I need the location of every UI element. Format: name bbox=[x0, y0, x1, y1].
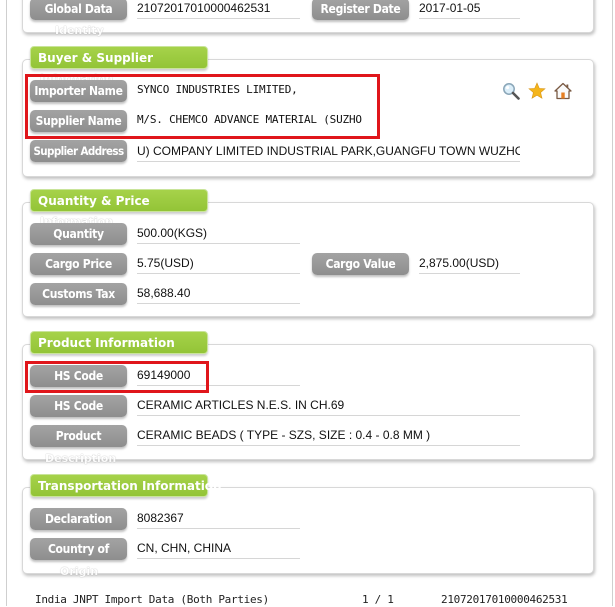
cargo-price-label: Cargo Price bbox=[30, 253, 127, 275]
cargo-value-value: 2,875.00(USD) bbox=[419, 253, 520, 274]
buyer-supplier-header: Buyer & Supplier bbox=[30, 46, 208, 69]
transportation-section bbox=[22, 487, 594, 574]
product-info-header: Product Information bbox=[30, 331, 208, 354]
product-label: Product bbox=[30, 425, 127, 447]
footer-bar: India JNPT Import Data (Both Parties) 1 … bbox=[0, 593, 615, 607]
global-data-value: 21072017010000462531 bbox=[137, 0, 300, 19]
footer-record-id: 21072017010000462531 bbox=[441, 593, 568, 606]
register-date-label: Register Date bbox=[312, 0, 409, 20]
frame-right-border bbox=[612, 0, 613, 606]
declaration-value: 8082367 bbox=[137, 508, 300, 529]
hs-description-label: HS Code bbox=[30, 395, 127, 417]
supplier-name-label: Supplier Name bbox=[30, 110, 127, 132]
global-data-label: Global Data bbox=[30, 0, 127, 20]
customs-tax-value: 58,688.40 bbox=[137, 283, 300, 304]
origin-ghost-text: Origin bbox=[60, 565, 99, 578]
importer-name-label: Importer Name bbox=[30, 80, 127, 102]
search-icon[interactable] bbox=[502, 82, 520, 100]
customs-tax-label: Customs Tax bbox=[30, 283, 127, 305]
cargo-price-value: 5.75(USD) bbox=[137, 253, 300, 274]
cargo-value-label: Cargo Value bbox=[312, 253, 409, 275]
importer-name-value[interactable]: SYNCO INDUSTRIES LIMITED, bbox=[137, 80, 367, 100]
hs-code-label: HS Code bbox=[30, 365, 127, 387]
declaration-label: Declaration bbox=[30, 508, 127, 530]
star-icon[interactable] bbox=[528, 82, 546, 100]
country-of-origin-label: Country of bbox=[30, 538, 127, 560]
hs-code-value[interactable]: 69149000 bbox=[137, 365, 300, 386]
footer-source: India JNPT Import Data (Both Parties) bbox=[35, 593, 269, 606]
frame-left-border bbox=[6, 0, 7, 606]
quantity-price-header: Quantity & Price bbox=[30, 189, 208, 212]
supplier-address-label: Supplier Address bbox=[30, 140, 127, 162]
product-value: CERAMIC BEADS ( TYPE - SZS, SIZE : 0.4 -… bbox=[137, 425, 520, 446]
product-description-ghost-text: Description bbox=[45, 452, 117, 465]
supplier-name-value[interactable]: M/S. CHEMCO ADVANCE MATERIAL (SUZHO bbox=[137, 110, 372, 130]
action-icons bbox=[502, 82, 572, 100]
hs-description-value: CERAMIC ARTICLES N.E.S. IN CH.69 bbox=[137, 395, 520, 416]
home-icon[interactable] bbox=[554, 82, 572, 100]
footer-page: 1 / 1 bbox=[362, 593, 394, 606]
quantity-value: 500.00(KGS) bbox=[137, 223, 300, 244]
supplier-address-value: U) COMPANY LIMITED INDUSTRIAL PARK,GUANG… bbox=[137, 141, 520, 162]
quantity-label: Quantity bbox=[30, 223, 127, 245]
identity-ghost-text: Identity bbox=[55, 24, 104, 37]
country-of-origin-value: CN, CHN, CHINA bbox=[137, 538, 300, 559]
transportation-header: Transportation Information bbox=[30, 474, 222, 497]
register-date-value: 2017-01-05 bbox=[419, 0, 520, 19]
